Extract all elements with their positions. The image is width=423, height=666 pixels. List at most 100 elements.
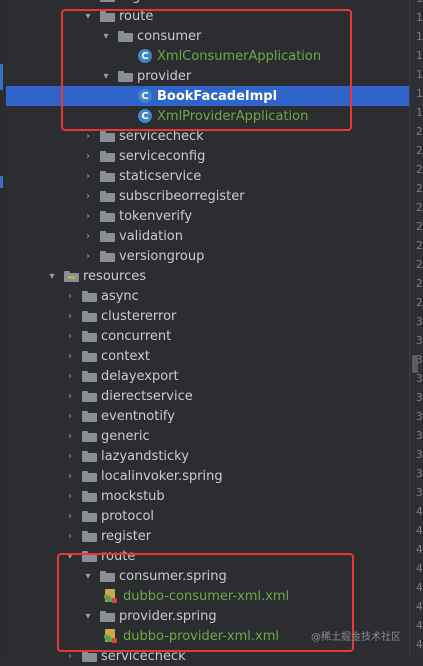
tree-item-label: staticservice <box>119 168 202 184</box>
folder-icon <box>82 530 97 542</box>
tree-item-context[interactable]: › context <box>6 346 409 366</box>
line-number: 3 <box>416 486 423 499</box>
chevron-right-icon[interactable]: › <box>82 166 94 186</box>
chevron-right-icon[interactable]: › <box>64 526 76 546</box>
tree-item-lazyandsticky[interactable]: › lazyandsticky <box>6 446 409 466</box>
tree-item-label: lazyandsticky <box>101 448 189 464</box>
chevron-right-icon[interactable]: › <box>64 346 76 366</box>
tree-item-label: register <box>119 0 169 4</box>
folder-icon <box>82 470 97 482</box>
line-number: 3 <box>416 467 423 480</box>
chevron-right-icon[interactable]: › <box>82 226 94 246</box>
line-number: 4 <box>416 505 423 518</box>
tree-item-concurrent[interactable]: › concurrent <box>6 326 409 346</box>
tree-item-label: mockstub <box>101 488 165 504</box>
line-number: 1 <box>416 49 423 62</box>
tree-item-label: concurrent <box>101 328 172 344</box>
gutter-divider <box>409 0 410 657</box>
tree-item-serviceconfig[interactable]: › serviceconfig <box>6 146 409 166</box>
tree-item-eventnotify[interactable]: › eventnotify <box>6 406 409 426</box>
line-number: 1 <box>416 68 423 81</box>
line-number: 2 <box>416 144 423 157</box>
folder-icon <box>82 370 97 382</box>
tree-item-label: context <box>101 348 150 364</box>
chevron-down-icon[interactable]: ▾ <box>46 266 58 286</box>
folder-icon <box>82 350 97 362</box>
line-number: 2 <box>416 182 423 195</box>
folder-icon <box>82 430 97 442</box>
tree-item-delayexport[interactable]: › delayexport <box>6 366 409 386</box>
chevron-right-icon[interactable]: › <box>64 466 76 486</box>
folder-icon <box>82 450 97 462</box>
tree-item-localinvoker-spring[interactable]: › localinvoker.spring <box>6 466 409 486</box>
tree-item-label: protocol <box>101 508 155 524</box>
chevron-right-icon[interactable]: › <box>64 306 76 326</box>
line-number: 3 <box>416 429 423 442</box>
tree-item-generic[interactable]: › generic <box>6 426 409 446</box>
line-number: 2 <box>416 163 423 176</box>
line-number: 1 <box>416 30 423 43</box>
chevron-right-icon[interactable]: › <box>82 206 94 226</box>
chevron-right-icon[interactable]: › <box>64 426 76 446</box>
tree-item-clustererror[interactable]: › clustererror <box>6 306 409 326</box>
tree-item-dierectservice[interactable]: › dierectservice <box>6 386 409 406</box>
line-number: 2 <box>416 239 423 252</box>
chevron-right-icon[interactable]: › <box>82 146 94 166</box>
line-number: 3 <box>416 353 423 366</box>
line-number: 3 <box>416 391 423 404</box>
folder-icon <box>82 330 97 342</box>
tree-item-versiongroup[interactable]: › versiongroup <box>6 246 409 266</box>
chevron-right-icon[interactable]: › <box>64 486 76 506</box>
folder-icon <box>82 410 97 422</box>
folder-icon <box>100 150 115 162</box>
tree-item-subscribeorregister[interactable]: › subscribeorregister <box>6 186 409 206</box>
chevron-right-icon[interactable]: › <box>64 506 76 526</box>
line-number: 2 <box>416 220 423 233</box>
folder-icon <box>100 190 115 202</box>
tree-item-mockstub[interactable]: › mockstub <box>6 486 409 506</box>
line-number: 4 <box>416 638 423 651</box>
chevron-right-icon[interactable]: › <box>82 246 94 266</box>
folder-icon <box>82 390 97 402</box>
folder-icon <box>100 130 115 142</box>
tree-item-register[interactable]: › register <box>6 526 409 546</box>
line-number: 3 <box>416 372 423 385</box>
tree-item-staticservice[interactable]: › staticservice <box>6 166 409 186</box>
line-number: 1 <box>416 11 423 24</box>
line-number: 4 <box>416 581 423 594</box>
tree-item-resources[interactable]: ▾ resources <box>6 266 409 286</box>
tree-item-protocol[interactable]: › protocol <box>6 506 409 526</box>
line-number: 4 <box>416 524 423 537</box>
line-number: 4 <box>416 562 423 575</box>
folder-icon <box>82 510 97 522</box>
chevron-right-icon[interactable]: › <box>64 406 76 426</box>
folder-icon <box>100 230 115 242</box>
tree-item-validation[interactable]: › validation <box>6 226 409 246</box>
chevron-right-icon[interactable]: › <box>64 386 76 406</box>
chevron-right-icon[interactable]: › <box>64 326 76 346</box>
chevron-right-icon[interactable]: › <box>64 286 76 306</box>
highlight-box-java-route <box>61 9 352 131</box>
tree-item-async[interactable]: › async <box>6 286 409 306</box>
tree-item-label: versiongroup <box>119 248 205 264</box>
line-number: 3 <box>416 315 423 328</box>
tree-item-label: dierectservice <box>101 388 193 404</box>
resources-folder-icon <box>64 270 79 282</box>
chevron-right-icon[interactable]: › <box>64 446 76 466</box>
line-number: 2 <box>416 201 423 214</box>
chevron-right-icon[interactable]: › <box>64 366 76 386</box>
tree-item-label: async <box>101 288 139 304</box>
tree-item-label: serviceconfig <box>119 148 206 164</box>
line-number: 4 <box>416 619 423 632</box>
tree-item-label: subscribeorregister <box>119 188 245 204</box>
tree-item-label: resources <box>83 268 147 284</box>
line-number: 1 <box>416 0 423 5</box>
tree-item-tokenverify[interactable]: › tokenverify <box>6 206 409 226</box>
chevron-right-icon[interactable]: › <box>82 186 94 206</box>
tree-item-label: clustererror <box>101 308 177 324</box>
folder-icon <box>82 490 97 502</box>
line-number: 4 <box>416 600 423 613</box>
tree-item-label: tokenverify <box>119 208 193 224</box>
folder-icon <box>100 210 115 222</box>
line-number: 2 <box>416 296 423 309</box>
